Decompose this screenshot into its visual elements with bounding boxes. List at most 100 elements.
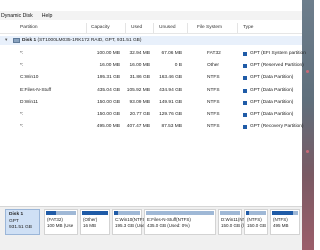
cell-type: GPT (Data Partition) <box>250 112 294 117</box>
cell-type: GPT (Data Partition) <box>250 88 294 93</box>
disk-map-partition[interactable]: (NTFS) 150.0 GB <box>244 209 268 235</box>
disk-name: Disk 1 <box>22 38 37 43</box>
cell-file-system: NTFS <box>207 88 220 93</box>
col-partition[interactable]: Partition <box>20 25 38 30</box>
cell-file-system: NTFS <box>207 75 220 80</box>
usage-bar-fill <box>46 211 56 215</box>
cell-type: GPT (EFI System partition <box>250 51 306 56</box>
usage-bar-fill <box>246 211 249 215</box>
partition-map-label: D:Win11(NTI <box>221 217 247 222</box>
cell-partition: *: <box>20 51 24 56</box>
disk-map-partition[interactable]: E:Files-N-Stuff(NTFS) 435.0 GB (Used: 0%… <box>144 209 216 235</box>
menu-dynamic-disk[interactable]: Dynamic Disk <box>1 13 33 19</box>
cell-file-system: FAT32 <box>207 51 221 56</box>
disk-map-size: 931.51 GB <box>9 225 32 230</box>
table-row[interactable]: *: 100.00 MB 32.94 MB 67.06 MB FAT32 GPT… <box>0 49 306 59</box>
decor-dot <box>306 150 309 153</box>
partition-type-icon <box>243 76 247 80</box>
cell-type: GPT (Data Partition) <box>250 100 294 105</box>
cell-used: 407.47 MB <box>126 124 150 129</box>
cell-type: GPT (Data Partition) <box>250 75 294 80</box>
cell-partition: E:Files-N-Stuff <box>20 88 52 93</box>
partition-map-label: E:Files-N-Stuff(NTFS) <box>147 217 191 222</box>
col-separator[interactable] <box>153 23 154 33</box>
usage-bar-track <box>272 211 298 215</box>
usage-bar-track <box>82 211 108 215</box>
cell-unused: 434.94 GB <box>159 88 182 93</box>
cell-file-system: NTFS <box>207 124 220 129</box>
partition-map-size: 100 MB (Use <box>47 223 74 228</box>
cell-unused: 0 B <box>174 63 182 68</box>
col-separator[interactable] <box>187 23 188 33</box>
partition-type-icon <box>243 113 247 117</box>
cell-unused: 129.76 GB <box>159 112 182 117</box>
table-row[interactable]: *: 150.00 GB 20.77 GB 129.76 GB NTFS GPT… <box>0 110 302 120</box>
partition-map-label: (FAT32) <box>47 217 63 222</box>
col-separator[interactable] <box>86 23 87 33</box>
table-row[interactable]: E:Files-N-Stuff 435.04 GB 105.92 MB 434.… <box>0 86 302 96</box>
col-capacity[interactable]: Capacity <box>91 25 110 30</box>
partition-map-label: (Other) <box>83 217 98 222</box>
col-separator[interactable] <box>125 23 126 33</box>
table-row[interactable]: *: 495.00 MB 407.47 MB 87.53 MB NTFS GPT… <box>0 122 304 132</box>
disk-detail: (ST1000LM035-1RK172 RAID, GPT, 931.51 GB… <box>37 38 142 43</box>
disk-map-panel: Disk 1 GPT 931.51 GB (FAT32) 100 MB (Use… <box>0 206 302 250</box>
usage-bar-track <box>246 211 266 215</box>
partition-type-icon <box>243 64 247 68</box>
disk-map-partition[interactable]: (NTFS) 495 MB <box>270 209 300 235</box>
table-row[interactable]: *: 16.00 MB 16.00 MB 0 B Other GPT (Rese… <box>0 61 304 71</box>
partition-type-icon <box>243 101 247 105</box>
col-type[interactable]: Type <box>243 25 253 30</box>
cell-used: 20.77 GB <box>129 112 150 117</box>
cell-unused: 149.91 GB <box>159 100 182 105</box>
cell-file-system: Other <box>207 63 219 68</box>
cell-capacity: 195.31 GB <box>97 75 120 80</box>
partition-type-icon <box>243 125 247 129</box>
col-used[interactable]: Used <box>131 25 142 30</box>
usage-bar-track <box>114 211 140 215</box>
cell-file-system: NTFS <box>207 100 220 105</box>
decor-dot <box>306 70 309 73</box>
cell-file-system: NTFS <box>207 112 220 117</box>
cell-capacity: 150.00 GB <box>97 112 120 117</box>
cell-capacity: 100.00 MB <box>96 51 120 56</box>
disk-map-partition[interactable]: D:Win11(NTI 150.0 GB (l <box>218 209 247 235</box>
table-header: Partition Capacity Used Unused File Syst… <box>0 22 302 34</box>
partition-map-label: (NTFS) <box>247 217 262 222</box>
cell-unused: 87.53 MB <box>161 124 182 129</box>
cell-unused: 67.06 MB <box>161 51 182 56</box>
partition-map-size: 495 MB <box>273 223 289 228</box>
cell-used: 31.86 GB <box>129 75 150 80</box>
col-separator[interactable] <box>237 23 238 33</box>
cell-used: 32.94 MB <box>129 51 150 56</box>
partition-type-icon <box>243 89 247 93</box>
disk-map-style: GPT <box>9 219 19 224</box>
cell-partition: D:Win11 <box>20 100 39 105</box>
table-row[interactable]: D:Win11 150.00 GB 93.09 MB 149.91 GB NTF… <box>0 98 302 108</box>
usage-bar-track <box>146 211 214 215</box>
disk-row[interactable]: ▾ Disk 1 (ST1000LM035-1RK172 RAID, GPT, … <box>0 36 302 45</box>
menu-help[interactable]: Help <box>42 13 53 19</box>
partition-table: Partition Capacity Used Unused File Syst… <box>0 20 306 206</box>
disk-map-partition[interactable]: C:Win10(NTFS) 195.3 GB (Used: <box>112 209 149 235</box>
col-unused[interactable]: Unused <box>159 25 176 30</box>
hard-disk-icon <box>13 38 20 43</box>
cell-used: 93.09 MB <box>129 100 150 105</box>
collapse-toggle[interactable]: ▾ <box>5 38 7 43</box>
table-row[interactable]: C:Win10 195.31 GB 31.86 GB 163.46 GB NTF… <box>0 73 302 83</box>
cell-partition: *: <box>20 63 24 68</box>
partition-map-size: 150.0 GB <box>247 223 267 228</box>
partition-map-label: (NTFS) <box>273 217 288 222</box>
disk-map-partition[interactable]: (FAT32) 100 MB (Use <box>44 209 78 235</box>
cell-capacity: 16.00 MB <box>99 63 120 68</box>
cell-capacity: 495.00 MB <box>96 124 120 129</box>
cell-used: 105.92 MB <box>126 88 150 93</box>
disk-map-name: Disk 1 <box>9 212 24 217</box>
usage-bar-fill <box>114 211 119 215</box>
partition-map-size: 16 MB <box>83 223 97 228</box>
disk-map-card[interactable]: Disk 1 GPT 931.51 GB <box>5 209 40 235</box>
cell-partition: *: <box>20 124 24 129</box>
col-file-system[interactable]: File System <box>197 25 222 30</box>
menu-bar: Dynamic Disk Help <box>0 11 314 20</box>
disk-map-partition[interactable]: (Other) 16 MB <box>80 209 110 235</box>
